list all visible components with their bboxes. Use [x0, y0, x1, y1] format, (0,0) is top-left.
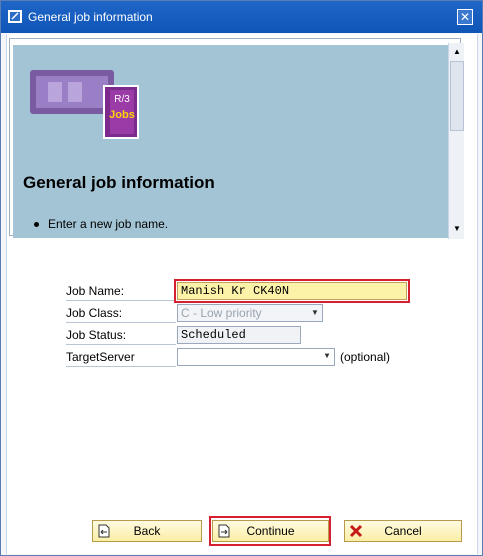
info-scrollbar[interactable]: ▲ ▼ — [448, 43, 464, 239]
scroll-thumb[interactable] — [450, 61, 464, 131]
logo-jobs-text: Jobs — [109, 109, 135, 121]
window-edit-icon — [8, 10, 22, 23]
cancel-button-label: Cancel — [384, 524, 422, 538]
job-class-value: C - Low priority — [181, 306, 262, 320]
close-icon: ✕ — [459, 10, 471, 24]
dialog-body: R/3 Jobs General job information Enter a… — [6, 34, 478, 554]
title-bar: General job information ✕ — [1, 1, 482, 33]
info-heading: General job information — [23, 173, 215, 192]
window-title: General job information — [28, 10, 153, 24]
back-button-label: Back — [133, 524, 161, 538]
scroll-up-arrow-icon[interactable]: ▲ — [450, 45, 464, 59]
target-server-label: TargetServer — [66, 347, 176, 367]
job-name-label: Job Name: — [66, 281, 176, 301]
job-status-field: Scheduled — [177, 326, 301, 344]
job-name-highlight — [174, 279, 410, 303]
cancel-button[interactable]: Cancel — [344, 520, 462, 542]
r3-jobs-logo: R/3 Jobs — [30, 70, 139, 139]
job-class-label: Job Class: — [66, 303, 176, 323]
info-bullet: Enter a new job name. — [33, 217, 169, 231]
chevron-down-icon: ▼ — [324, 352, 330, 361]
job-status-label: Job Status: — [66, 325, 176, 345]
back-button[interactable]: Back — [92, 520, 202, 542]
target-server-optional-hint: (optional) — [340, 350, 391, 364]
target-server-select[interactable]: ▼ — [177, 348, 335, 366]
info-panel: R/3 Jobs General job information Enter a… — [13, 45, 450, 238]
continue-highlight — [209, 516, 331, 546]
logo-r3-text: R/3 — [114, 94, 130, 105]
chevron-down-icon: ▼ — [311, 308, 319, 317]
scroll-down-arrow-icon[interactable]: ▼ — [450, 222, 464, 236]
info-panel-frame: R/3 Jobs General job information Enter a… — [9, 38, 464, 239]
close-button[interactable]: ✕ — [457, 9, 473, 25]
dialog-window: General job information ✕ R/3 Jobs Gener… — [0, 0, 483, 556]
job-class-select[interactable]: C - Low priority ▼ — [177, 304, 323, 322]
